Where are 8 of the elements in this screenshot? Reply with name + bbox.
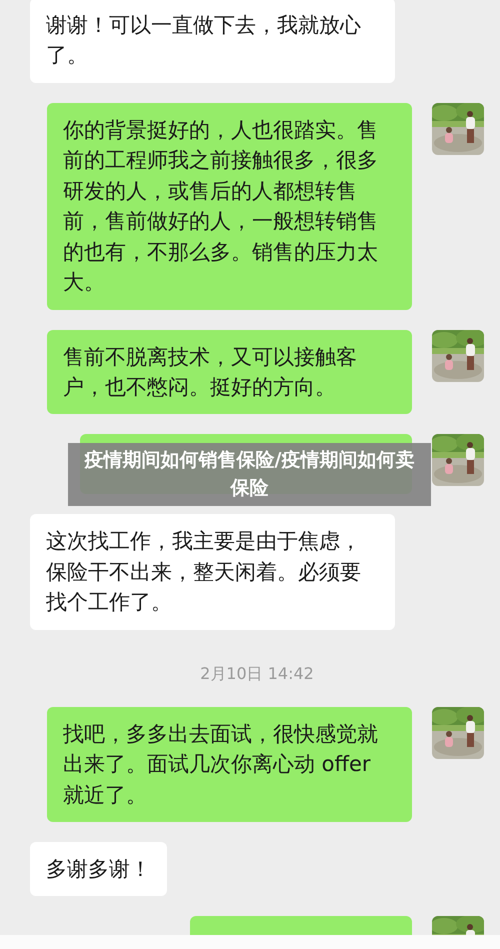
message-text: 你的背景挺好的，人也很踏实。售前的工程师我之前接触很多，很多研发的人，或售后的人都想转售前，售前做好的人，一般想转销售的也有，不那么多。销售的压力太大。 [63,116,379,296]
message-text: 谢谢！可以一直做下去，我就放心了。 [46,12,362,70]
timestamp: 2月10日 14:42 [199,664,315,685]
message-text: 售前不脱离技术，又可以接触客户，也不憋闷。挺好的方向。 [63,344,358,401]
message-text: 多谢多谢！ [46,856,151,883]
message-text: 找吧，多多出去面试，很快感觉就出来了。面试几次你离心动 offer 就近了。 [63,720,379,809]
message-text: 这次找工作，我主要是由于焦虑，保险干不出来，整天闲着。必须要找个工作了。 [46,528,362,616]
title-banner: 疫情期间如何销售保险/疫情期间如何卖保险 [68,443,431,506]
